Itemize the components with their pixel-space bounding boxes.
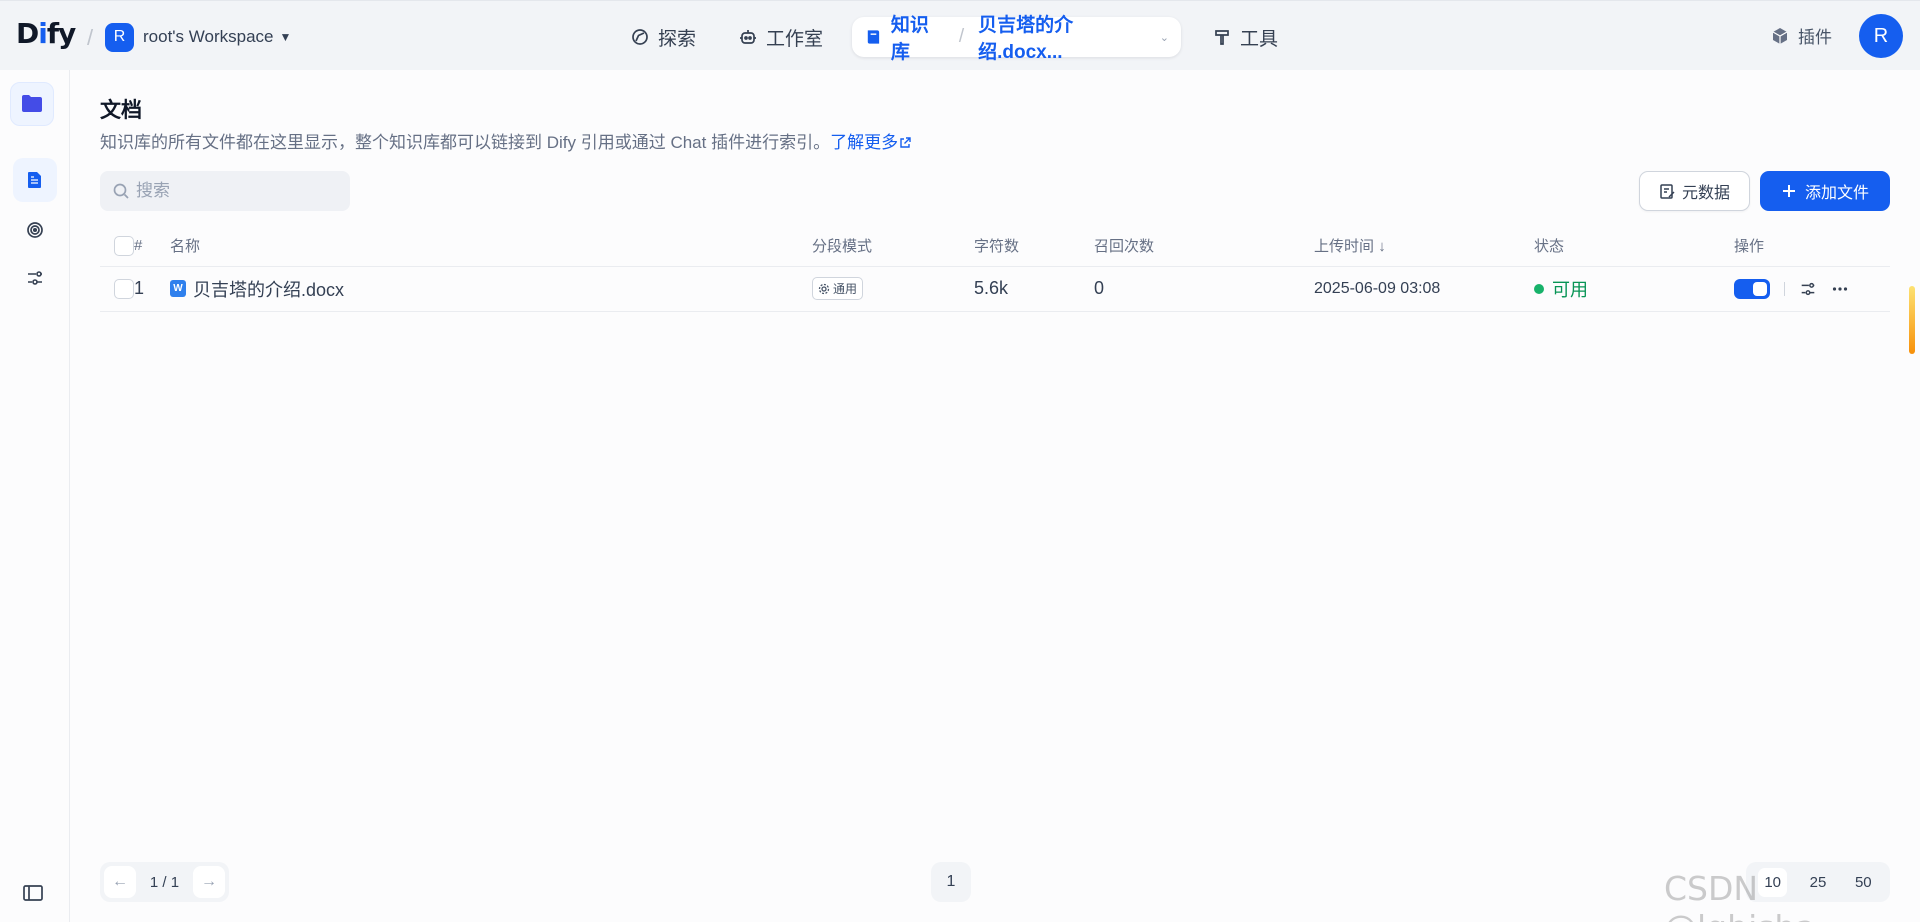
document-name[interactable]: W 贝吉塔的介绍.docx bbox=[170, 276, 812, 302]
add-file-button[interactable]: 添加文件 bbox=[1760, 171, 1890, 211]
nav-explore-label: 探索 bbox=[658, 28, 697, 50]
metadata-button-label: 元数据 bbox=[1681, 185, 1730, 202]
sidebar-collapse-button[interactable] bbox=[22, 883, 44, 908]
current-document-title[interactable]: 贝吉塔的介绍.docx... bbox=[978, 10, 1148, 64]
sliders-icon bbox=[28, 271, 42, 285]
search-icon bbox=[113, 183, 129, 199]
cube-icon bbox=[1772, 27, 1788, 44]
page-title: 文档 bbox=[100, 99, 142, 122]
add-file-button-label: 添加文件 bbox=[1804, 185, 1869, 202]
column-header-actions: 操作 bbox=[1734, 226, 1890, 267]
page-size-option[interactable]: 10 bbox=[1758, 867, 1787, 897]
arrow-down-icon: ↓ bbox=[1378, 238, 1386, 256]
table-header-row: # 名称 分段模式 字符数 召回次数 上传时间 ↓ 状态 操作 bbox=[100, 226, 1890, 267]
document-name-text: 贝吉塔的介绍.docx bbox=[193, 279, 345, 300]
status-dot bbox=[1534, 283, 1544, 294]
next-page-button[interactable]: → bbox=[193, 866, 225, 898]
learn-more-link[interactable]: 了解更多 bbox=[830, 133, 911, 152]
column-header-upload-time[interactable]: 上传时间 ↓ bbox=[1314, 226, 1534, 267]
nav-studio-label: 工作室 bbox=[766, 28, 824, 50]
page-size-option[interactable]: 50 bbox=[1849, 868, 1878, 897]
plugins-button[interactable]: 插件 bbox=[1770, 23, 1832, 48]
column-header-status: 状态 bbox=[1534, 226, 1734, 267]
panel-left-icon bbox=[23, 885, 43, 901]
page-size-selector: 10 25 50 bbox=[1746, 862, 1890, 902]
book-icon bbox=[867, 30, 880, 44]
column-header-index: # bbox=[134, 226, 170, 267]
top-nav-bar: Dify / R root's Workspace ▼ 探索 工作室 知识库 /… bbox=[0, 0, 1920, 70]
folder-icon bbox=[22, 95, 42, 112]
breadcrumb-divider: / bbox=[87, 25, 94, 50]
compass-icon bbox=[632, 29, 648, 45]
row-char-count: 5.6k bbox=[974, 266, 1094, 312]
sidebar-item-settings[interactable] bbox=[13, 256, 57, 300]
chunk-mode-label: 通用 bbox=[833, 282, 858, 296]
column-header-mode: 分段模式 bbox=[812, 226, 974, 267]
sidebar-item-documents[interactable] bbox=[13, 158, 57, 202]
dataset-sidebar bbox=[0, 70, 70, 922]
sliders-icon bbox=[1801, 282, 1815, 295]
hammer-icon bbox=[1215, 30, 1229, 45]
dataset-icon[interactable] bbox=[10, 82, 54, 126]
column-header-chars: 字符数 bbox=[974, 226, 1094, 267]
enable-toggle[interactable] bbox=[1734, 278, 1770, 299]
row-settings-button[interactable] bbox=[1799, 280, 1817, 298]
column-header-name: 名称 bbox=[170, 226, 812, 267]
chunk-mode-badge: 通用 bbox=[812, 277, 864, 300]
nav-tools[interactable]: 工具 bbox=[1200, 17, 1290, 57]
row-index: 1 bbox=[134, 266, 170, 312]
breadcrumb-divider: / bbox=[958, 26, 965, 47]
chevron-down-icon[interactable]: ⌄ bbox=[1160, 31, 1169, 44]
search-input[interactable] bbox=[136, 181, 336, 201]
description-text: 知识库的所有文件都在这里显示，整个知识库都可以链接到 Dify 引用或通过 Ch… bbox=[100, 133, 831, 152]
select-all-checkbox[interactable] bbox=[114, 235, 134, 256]
target-icon bbox=[27, 222, 43, 238]
scrollbar-thumb[interactable] bbox=[1909, 286, 1915, 354]
more-options-button[interactable] bbox=[1831, 280, 1849, 298]
gear-icon bbox=[818, 283, 830, 294]
table-row[interactable]: 1 W 贝吉塔的介绍.docx 通用 5.6k 0 2025-06-09 03:… bbox=[100, 266, 1890, 312]
sidebar-item-hit-testing[interactable] bbox=[13, 208, 57, 252]
documents-table: # 名称 分段模式 字符数 召回次数 上传时间 ↓ 状态 操作 1 W 贝吉塔的… bbox=[100, 226, 1890, 312]
word-doc-icon: W bbox=[170, 280, 186, 297]
row-checkbox[interactable] bbox=[114, 279, 134, 300]
dify-logo[interactable]: Dify bbox=[16, 17, 76, 50]
edit-list-icon bbox=[1660, 183, 1675, 199]
external-link-icon bbox=[900, 137, 911, 148]
nav-studio[interactable]: 工作室 bbox=[726, 17, 835, 57]
workspace-switcher[interactable]: R root's Workspace ▼ bbox=[105, 22, 291, 52]
workspace-name: root's Workspace bbox=[143, 27, 274, 46]
nav-knowledge-active[interactable]: 知识库 / 贝吉塔的介绍.docx... ⌄ bbox=[852, 15, 1181, 63]
prev-page-button[interactable]: ← bbox=[104, 866, 136, 898]
nav-knowledge-label: 知识库 bbox=[890, 15, 929, 63]
pagination-controls: ← 1 / 1 → bbox=[100, 862, 229, 902]
user-avatar[interactable]: R bbox=[1859, 14, 1903, 58]
row-upload-time: 2025-06-09 03:08 bbox=[1314, 266, 1534, 312]
more-horizontal-icon bbox=[1832, 286, 1848, 291]
plus-icon bbox=[1782, 185, 1795, 197]
metadata-button[interactable]: 元数据 bbox=[1639, 171, 1750, 211]
row-hit-count: 0 bbox=[1094, 266, 1314, 312]
status-label: 可用 bbox=[1552, 279, 1588, 300]
plugins-label: 插件 bbox=[1798, 28, 1832, 47]
status-badge: 可用 bbox=[1534, 276, 1734, 302]
page-number-button[interactable]: 1 bbox=[931, 862, 971, 902]
row-actions bbox=[1734, 278, 1890, 299]
page-count: 1 / 1 bbox=[149, 873, 180, 891]
document-icon bbox=[28, 172, 41, 188]
column-header-hits: 召回次数 bbox=[1094, 226, 1314, 267]
robot-icon bbox=[740, 30, 756, 44]
actions-divider bbox=[1784, 281, 1785, 296]
nav-explore[interactable]: 探索 bbox=[618, 17, 708, 57]
page-description: 知识库的所有文件都在这里显示，整个知识库都可以链接到 Dify 引用或通过 Ch… bbox=[100, 128, 911, 153]
chevron-down-icon: ▼ bbox=[279, 30, 292, 44]
search-box[interactable] bbox=[100, 171, 350, 211]
page-size-option[interactable]: 25 bbox=[1804, 868, 1833, 897]
workspace-avatar: R bbox=[105, 22, 134, 52]
nav-tools-label: 工具 bbox=[1240, 28, 1279, 50]
